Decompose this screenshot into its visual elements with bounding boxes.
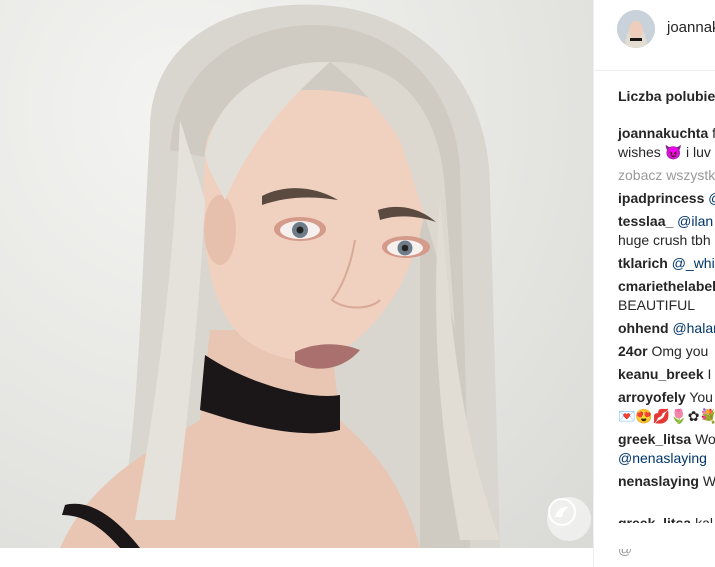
comment-mention[interactable]: @halar bbox=[672, 320, 715, 336]
post-sidebar: joannak Liczba polubie joannakuchta f wi… bbox=[593, 0, 715, 567]
view-all-comments-link[interactable]: zobacz wszystk bbox=[618, 166, 715, 185]
comment: greek_litsa Wo @nenaslaying bbox=[618, 430, 715, 468]
comment-text: Omg you bbox=[651, 343, 709, 359]
comment-text: kal bbox=[695, 515, 713, 531]
avatar[interactable] bbox=[617, 10, 655, 48]
comment-text-continued: huge crush tbh bbox=[618, 232, 711, 248]
comment: cmariethelabel BEAUTIFUL bbox=[618, 277, 715, 315]
comment-text-continued: wishes 😈 i luv bbox=[618, 144, 711, 160]
comment-username[interactable]: tesslaa_ bbox=[618, 213, 673, 229]
comment-username[interactable]: joannakuchta bbox=[618, 125, 708, 141]
comment: joannakuchta f wishes 😈 i luv bbox=[618, 124, 715, 162]
comment-username[interactable]: ohhend bbox=[618, 320, 669, 336]
comment-text: Wo bbox=[695, 431, 715, 447]
comment-mention[interactable]: @_whi bbox=[672, 255, 715, 271]
comment-mention[interactable]: @nenaslaying bbox=[618, 450, 707, 466]
comment-username[interactable]: nenaslaying bbox=[618, 473, 699, 489]
comment-text: I bbox=[707, 366, 712, 382]
comment-cutoff: greek_litsa kal bbox=[618, 515, 713, 531]
comment-username[interactable]: keanu_breek bbox=[618, 366, 704, 382]
comment: tklarich @_whi bbox=[618, 254, 715, 273]
comment: tesslaa_ @ilan huge crush tbh bbox=[618, 212, 715, 250]
kangaroo-logo-icon bbox=[547, 497, 591, 541]
comment-username[interactable]: tklarich bbox=[618, 255, 668, 271]
comment-text-continued: BEAUTIFUL bbox=[618, 297, 696, 313]
post-photo[interactable] bbox=[0, 0, 593, 548]
comment-text: You bbox=[689, 389, 713, 405]
comment-cutoff-bottom: @ bbox=[618, 541, 633, 557]
comment-emoji: 💌😍💋🌷✿💐♚ bbox=[618, 408, 715, 424]
comment-username[interactable]: greek_litsa bbox=[618, 431, 691, 447]
likes-count[interactable]: Liczba polubie bbox=[618, 88, 715, 104]
post-header: joannak bbox=[594, 0, 715, 71]
comment: 24or Omg you bbox=[618, 342, 715, 361]
comment: ipadprincess @ bbox=[618, 189, 715, 208]
portrait-illustration bbox=[60, 4, 500, 548]
comment: nenaslaying W bbox=[618, 472, 715, 491]
comment-mention[interactable]: @ bbox=[708, 190, 715, 206]
comment: keanu_breek I bbox=[618, 365, 715, 384]
comment-username[interactable]: 24or bbox=[618, 343, 648, 359]
comment: arroyofely You 💌😍💋🌷✿💐♚ bbox=[618, 388, 715, 426]
comment-mention[interactable]: @ilan bbox=[677, 213, 713, 229]
comment-username[interactable]: greek_litsa bbox=[618, 515, 691, 523]
username[interactable]: joannak bbox=[667, 19, 715, 36]
comment-username[interactable]: ipadprincess bbox=[618, 190, 704, 206]
comment-username[interactable]: cmariethelabel bbox=[618, 278, 715, 294]
comment-list: joannakuchta f wishes 😈 i luv zobacz wsz… bbox=[618, 124, 715, 495]
comment-text: W bbox=[702, 473, 715, 489]
comment: ohhend @halar bbox=[618, 319, 715, 338]
comment-username[interactable]: arroyofely bbox=[618, 389, 686, 405]
